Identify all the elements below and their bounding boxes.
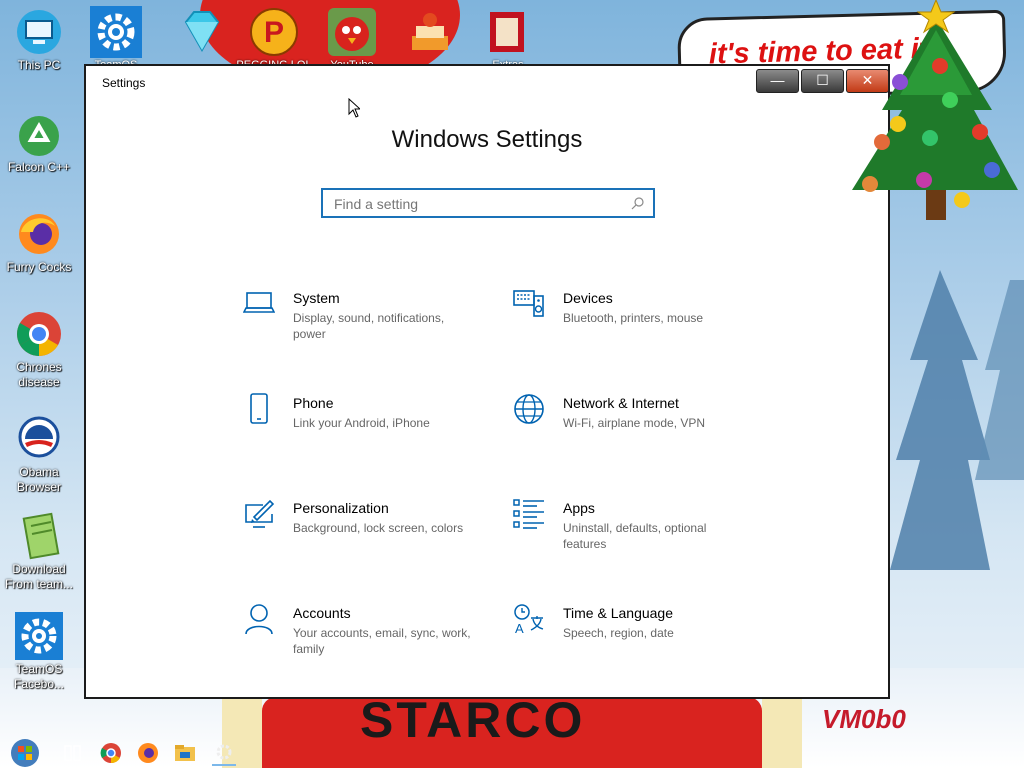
search-icon[interactable] bbox=[631, 196, 645, 210]
tile-description: Wi-Fi, airplane mode, VPN bbox=[563, 416, 706, 430]
tile-apps[interactable]: Apps Uninstall, defaults, optional featu… bbox=[513, 498, 753, 568]
book-icon bbox=[490, 12, 524, 52]
tile-system[interactable]: System Display, sound, notifications, po… bbox=[243, 288, 483, 358]
tile-title: Network & Internet bbox=[563, 395, 679, 411]
firefox-icon[interactable] bbox=[135, 740, 161, 766]
tile-title: Time & Language bbox=[563, 605, 673, 621]
task-view-icon[interactable] bbox=[60, 740, 86, 766]
tile-description: Bluetooth, printers, mouse bbox=[563, 311, 704, 325]
laptop-icon bbox=[243, 292, 275, 313]
keyboard-speaker-icon bbox=[513, 290, 544, 317]
desktop-icon-cake[interactable] bbox=[404, 6, 456, 58]
wallpaper-pine-tree bbox=[890, 270, 1024, 570]
desktop-icon-download[interactable]: Download From team... bbox=[0, 512, 78, 592]
tile-time-language[interactable]: A Time & Language Speech, region, date bbox=[513, 603, 753, 673]
recycle-icon bbox=[19, 116, 59, 156]
file-explorer-icon[interactable] bbox=[172, 740, 198, 766]
tile-description: Uninstall, defaults, optional features bbox=[563, 521, 707, 551]
search-input[interactable] bbox=[332, 190, 626, 218]
tile-title: Apps bbox=[563, 500, 595, 516]
desktop-icon-youtube[interactable]: YouTube bbox=[326, 6, 378, 68]
svg-text:P: P bbox=[264, 16, 284, 49]
desktop-icon-label: Chrones disease bbox=[16, 360, 62, 389]
phone-icon bbox=[250, 393, 268, 424]
desktop-icon-label: TeamOS Facebo... bbox=[13, 662, 65, 691]
desktop-icon-chrones[interactable]: Chrones disease bbox=[0, 310, 78, 390]
tile-title: Phone bbox=[293, 395, 334, 411]
desktop-icon-label: Download From team... bbox=[4, 562, 73, 591]
tile-description: Link your Android, iPhone bbox=[293, 416, 430, 430]
tile-description: Speech, region, date bbox=[563, 626, 674, 640]
gem-icon bbox=[184, 11, 220, 53]
desktop-icon-extras[interactable]: Extras bbox=[482, 6, 534, 68]
desktop-icon-falcon[interactable]: Falcon C++ bbox=[0, 110, 78, 175]
desktop-icon-teamos-top[interactable]: TeamOS bbox=[90, 6, 142, 68]
tile-phone[interactable]: Phone Link your Android, iPhone bbox=[243, 393, 483, 463]
tile-devices[interactable]: Devices Bluetooth, printers, mouse bbox=[513, 288, 753, 358]
notepad-icon bbox=[22, 512, 60, 560]
time-language-icon: A bbox=[514, 604, 544, 635]
page-title: Windows Settings bbox=[391, 126, 583, 153]
desktop-icon-this-pc[interactable]: This PC bbox=[0, 8, 78, 73]
wallpaper-signature: VM0b0 bbox=[822, 704, 906, 734]
obama-logo-icon bbox=[18, 416, 60, 458]
search-box bbox=[321, 188, 655, 218]
tile-network[interactable]: Network & Internet Wi-Fi, airplane mode,… bbox=[513, 393, 753, 463]
person-icon bbox=[245, 604, 273, 635]
desktop-icon-pegging[interactable]: P PEGGING LOL bbox=[236, 6, 312, 68]
cake-icon bbox=[412, 13, 448, 50]
chrome-icon bbox=[17, 312, 61, 356]
globe-icon bbox=[514, 394, 544, 424]
desktop-icon-obama[interactable]: Obama Browser bbox=[0, 415, 78, 495]
tile-description: Your accounts, email, sync, work, family bbox=[293, 626, 471, 656]
computer-icon bbox=[17, 10, 61, 54]
angry-bird-icon bbox=[328, 8, 376, 56]
desktop-icon-label: This PC bbox=[17, 58, 61, 72]
tile-title: Personalization bbox=[293, 500, 389, 516]
apps-list-icon bbox=[513, 499, 544, 529]
tile-description: Background, lock screen, colors bbox=[293, 521, 464, 535]
tile-title: Devices bbox=[563, 290, 613, 306]
desktop-icon-label: Furry Cocks bbox=[6, 260, 72, 274]
tile-accounts[interactable]: Accounts Your accounts, email, sync, wor… bbox=[243, 603, 483, 673]
mouse-cursor-icon bbox=[348, 98, 360, 118]
settings-window: Settings — ☐ ✕ Windows Settings System D… bbox=[84, 64, 890, 699]
gear-icon bbox=[90, 6, 142, 58]
p-logo-icon: P bbox=[250, 8, 298, 56]
desktop-icon-furry-cocks[interactable]: Furry Cocks bbox=[0, 210, 78, 275]
tile-personalization[interactable]: Personalization Background, lock screen,… bbox=[243, 498, 483, 568]
tile-description: Display, sound, notifications, power bbox=[293, 311, 445, 341]
maximize-button[interactable]: ☐ bbox=[801, 69, 844, 93]
desktop-icon-label: Obama Browser bbox=[16, 465, 61, 494]
start-orb-icon[interactable] bbox=[8, 738, 42, 768]
firefox-icon bbox=[19, 214, 59, 254]
desktop-icon-gem[interactable] bbox=[176, 6, 228, 58]
paint-monitor-icon bbox=[245, 499, 275, 528]
gear-icon bbox=[15, 612, 63, 660]
tile-title: Accounts bbox=[293, 605, 351, 621]
svg-text:A: A bbox=[515, 621, 524, 635]
taskbar bbox=[0, 736, 1024, 768]
tile-title: System bbox=[293, 290, 340, 306]
desktop-icon-teamos[interactable]: TeamOS Facebo... bbox=[0, 612, 78, 692]
desktop-icon-label: Falcon C++ bbox=[7, 160, 71, 174]
chrome-icon[interactable] bbox=[98, 740, 124, 766]
minimize-button[interactable]: — bbox=[756, 69, 799, 93]
window-title: Settings bbox=[102, 76, 146, 90]
christmas-tree-icon bbox=[852, 0, 1018, 220]
settings-icon[interactable] bbox=[208, 740, 240, 766]
